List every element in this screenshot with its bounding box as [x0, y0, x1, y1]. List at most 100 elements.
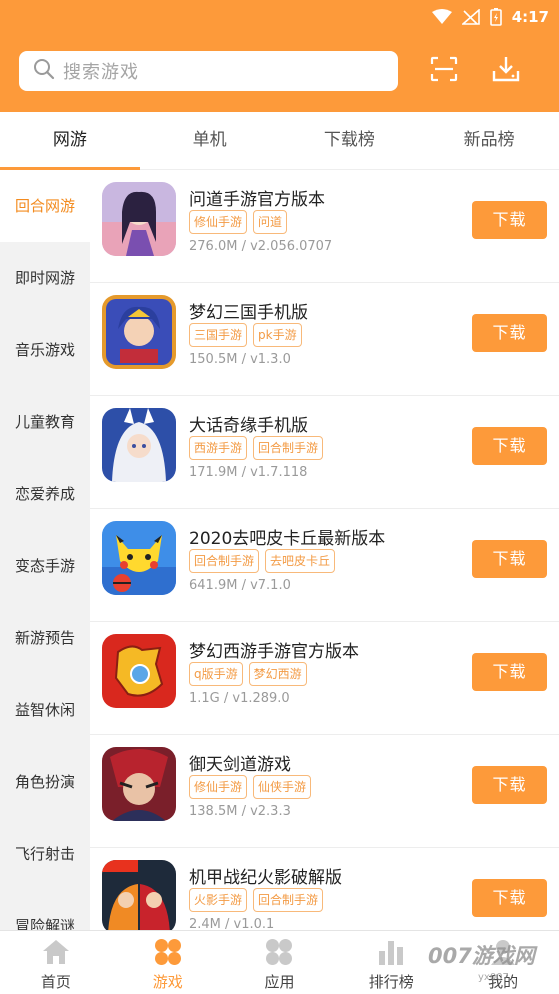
nav-apps-label: 应用 [264, 973, 295, 991]
wifi-icon [431, 9, 452, 25]
game-row[interactable]: 梦幻三国手机版 三国手游 pk手游 150.5M / v1.3.0 下载 [90, 283, 559, 396]
game-tag: 修仙手游 [189, 775, 248, 799]
game-meta: 641.9M / v7.1.0 [189, 578, 291, 593]
category-tabs: 网游 单机 下载榜 新品榜 [0, 112, 559, 170]
search-icon [33, 58, 55, 84]
download-button[interactable]: 下载 [472, 314, 547, 352]
game-tag: 回合制手游 [189, 549, 260, 573]
app-screen: 4:17 搜索游戏 网游 单机 下载榜 新品榜 回合网游 即时网游 音乐游戏 儿… [0, 0, 559, 994]
game-icon [102, 182, 176, 256]
sidebar-item-shooter[interactable]: 飞行射击 [0, 818, 90, 890]
scan-icon [430, 56, 458, 86]
genre-sidebar: 回合网游 即时网游 音乐游戏 儿童教育 恋爱养成 变态手游 新游预告 益智休闲 … [0, 170, 90, 930]
game-tag: 问道 [253, 210, 288, 234]
game-meta: 150.5M / v1.3.0 [189, 352, 291, 367]
game-icon [102, 295, 176, 369]
scan-button[interactable] [428, 55, 460, 87]
nav-home[interactable]: 首页 [0, 931, 112, 994]
game-meta: 171.9M / v1.7.118 [189, 465, 308, 480]
game-meta: 1.1G / v1.289.0 [189, 691, 290, 706]
game-row[interactable]: 御天剑道游戏 修仙手游 仙侠手游 138.5M / v2.3.3 下载 [90, 735, 559, 848]
tab-online-games[interactable]: 网游 [0, 112, 140, 170]
game-name: 梦幻三国手机版 [189, 303, 308, 323]
game-row[interactable]: 梦幻西游手游官方版本 q版手游 梦幻西游 1.1G / v1.289.0 下载 [90, 622, 559, 735]
rank-icon [376, 937, 406, 967]
game-meta: 138.5M / v2.3.3 [189, 804, 291, 819]
no-signal-icon [461, 9, 480, 25]
game-tag: 火影手游 [189, 888, 248, 912]
game-tags: 回合制手游 去吧皮卡丘 [189, 549, 336, 573]
nav-home-label: 首页 [40, 973, 71, 991]
nav-ranking-label: 排行榜 [368, 973, 414, 991]
status-bar: 4:17 [431, 6, 549, 28]
game-tags: 修仙手游 仙侠手游 [189, 775, 312, 799]
game-row[interactable]: 2020去吧皮卡丘最新版本 回合制手游 去吧皮卡丘 641.9M / v7.1.… [90, 509, 559, 622]
game-name: 问道手游官方版本 [189, 190, 325, 210]
search-input[interactable]: 搜索游戏 [19, 51, 398, 91]
game-tags: 火影手游 回合制手游 [189, 888, 324, 912]
game-name: 大话奇缘手机版 [189, 416, 308, 436]
header-bar: 4:17 搜索游戏 [0, 0, 559, 112]
download-button[interactable]: 下载 [472, 201, 547, 239]
sidebar-item-puzzle[interactable]: 益智休闲 [0, 674, 90, 746]
game-tags: q版手游 梦幻西游 [189, 662, 307, 686]
sidebar-item-upcoming[interactable]: 新游预告 [0, 602, 90, 674]
game-meta: 2.4M / v1.0.1 [189, 917, 275, 930]
game-icon [102, 521, 176, 595]
status-time: 4:17 [511, 8, 549, 26]
sidebar-item-music[interactable]: 音乐游戏 [0, 314, 90, 386]
tab-download-ranking[interactable]: 下载榜 [280, 112, 420, 169]
game-row[interactable]: 问道手游官方版本 修仙手游 问道 276.0M / v2.056.0707 下载 [90, 170, 559, 283]
game-tag: 梦幻西游 [248, 662, 307, 686]
game-row[interactable]: 大话奇缘手机版 西游手游 回合制手游 171.9M / v1.7.118 下载 [90, 396, 559, 509]
download-button[interactable]: 下载 [472, 427, 547, 465]
sidebar-item-romance[interactable]: 恋爱养成 [0, 458, 90, 530]
nav-games[interactable]: 游戏 [112, 931, 224, 994]
sidebar-item-adventure[interactable]: 冒险解谜 [0, 890, 90, 930]
game-icon [153, 937, 183, 967]
game-tag: 仙侠手游 [253, 775, 312, 799]
download-button[interactable]: 下载 [472, 879, 547, 917]
game-icon [102, 860, 176, 930]
game-tag: pk手游 [253, 323, 302, 347]
game-list: 问道手游官方版本 修仙手游 问道 276.0M / v2.056.0707 下载… [90, 170, 559, 930]
nav-apps[interactable]: 应用 [224, 931, 336, 994]
game-tag: 三国手游 [189, 323, 248, 347]
game-icon [102, 408, 176, 482]
download-button[interactable]: 下载 [472, 766, 547, 804]
game-row[interactable]: 机甲战纪火影破解版 火影手游 回合制手游 2.4M / v1.0.1 下载 [90, 848, 559, 930]
game-tag: 回合制手游 [253, 888, 324, 912]
game-name: 梦幻西游手游官方版本 [189, 642, 359, 662]
tab-new-ranking[interactable]: 新品榜 [419, 112, 559, 169]
apps-icon [264, 937, 294, 967]
game-meta: 276.0M / v2.056.0707 [189, 239, 333, 254]
battery-icon [489, 8, 502, 26]
sidebar-item-kids-education[interactable]: 儿童教育 [0, 386, 90, 458]
game-tags: 西游手游 回合制手游 [189, 436, 324, 460]
game-tag: 修仙手游 [189, 210, 248, 234]
game-tags: 修仙手游 问道 [189, 210, 288, 234]
download-manager-button[interactable] [490, 55, 522, 87]
game-icon [102, 747, 176, 821]
home-icon [41, 937, 71, 967]
game-name: 御天剑道游戏 [189, 755, 291, 775]
game-icon [102, 634, 176, 708]
game-tag: 回合制手游 [253, 436, 324, 460]
sidebar-item-turn-based[interactable]: 回合网游 [0, 170, 90, 242]
sidebar-item-modded[interactable]: 变态手游 [0, 530, 90, 602]
watermark-sub: yx007 [478, 972, 509, 983]
game-tag: q版手游 [189, 662, 243, 686]
search-placeholder: 搜索游戏 [63, 62, 139, 83]
game-tags: 三国手游 pk手游 [189, 323, 302, 347]
watermark: 007游戏网 [428, 944, 535, 968]
nav-games-label: 游戏 [152, 973, 183, 991]
download-button[interactable]: 下载 [472, 653, 547, 691]
game-tag: 去吧皮卡丘 [265, 549, 336, 573]
sidebar-item-realtime[interactable]: 即时网游 [0, 242, 90, 314]
game-tag: 西游手游 [189, 436, 248, 460]
tab-single-player[interactable]: 单机 [140, 112, 280, 169]
sidebar-item-rpg[interactable]: 角色扮演 [0, 746, 90, 818]
game-name: 机甲战纪火影破解版 [189, 868, 342, 888]
download-button[interactable]: 下载 [472, 540, 547, 578]
game-name: 2020去吧皮卡丘最新版本 [189, 529, 386, 549]
